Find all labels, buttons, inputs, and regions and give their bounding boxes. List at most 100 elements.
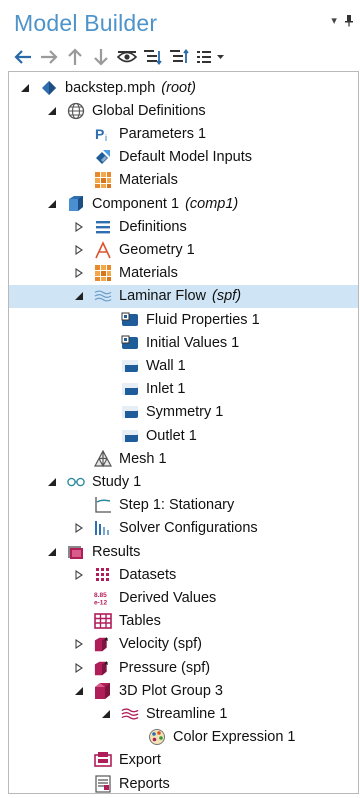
tree-node[interactable]: Outlet 1	[9, 424, 358, 447]
expand-all-button[interactable]	[142, 47, 164, 67]
tree-node[interactable]: Mesh 1	[9, 447, 358, 470]
mesh-icon	[94, 449, 112, 468]
tree-node-tag: (root)	[161, 79, 196, 96]
expanded-arrow-icon	[21, 83, 29, 92]
back-button[interactable]	[12, 47, 34, 67]
tree-node[interactable]: Study 1	[9, 470, 358, 493]
expanded-arrow-icon	[48, 477, 56, 486]
tree-node[interactable]: backstep.mph (root)	[9, 76, 358, 99]
tree-expander[interactable]	[73, 522, 85, 534]
tree-node[interactable]: * Velocity (spf)	[9, 633, 358, 656]
list-menu-button[interactable]	[194, 47, 228, 67]
tree-node[interactable]: Initial Values 1	[9, 331, 358, 354]
move-up-button[interactable]	[64, 47, 86, 67]
tree-expander[interactable]	[73, 638, 85, 650]
study-icon	[67, 473, 85, 491]
color-expression-icon	[148, 728, 166, 746]
tree-node[interactable]: Component 1 (comp1)	[9, 192, 358, 215]
export-icon	[94, 751, 112, 769]
tree-node-label: Study 1	[92, 473, 142, 490]
tree-node[interactable]: Laminar Flow (spf)	[9, 284, 358, 308]
expanded-arrow-icon	[102, 709, 110, 718]
stationary-step-icon	[94, 496, 112, 514]
tree-expander[interactable]	[73, 290, 85, 302]
tree-expander[interactable]	[73, 267, 85, 279]
expanded-arrow-icon	[48, 106, 56, 115]
tree-node-label: Global Definitions	[92, 102, 206, 119]
panel-controls[interactable]: ▾	[331, 14, 354, 27]
tree-node[interactable]: Global Definitions	[9, 99, 358, 122]
tree-node-label: Component 1	[92, 195, 180, 212]
tree-node[interactable]: Materials	[9, 262, 358, 285]
tree-node[interactable]: Pi Parameters 1	[9, 122, 358, 145]
tree-expander[interactable]	[73, 685, 85, 697]
tree-node-tag: (spf)	[212, 288, 242, 305]
tree-expander[interactable]	[73, 662, 85, 674]
move-down-button[interactable]	[90, 47, 112, 67]
tree-node[interactable]: Color Expression 1	[9, 726, 358, 749]
tree-expander[interactable]	[46, 476, 58, 488]
tree-node[interactable]: Materials	[9, 169, 358, 192]
list-menu-icon	[197, 51, 224, 63]
collapsed-arrow-icon	[75, 268, 83, 279]
tree-node[interactable]: 8.85 e-12 Derived Values	[9, 586, 358, 609]
tree-expander[interactable]	[73, 569, 85, 581]
tree-node[interactable]: Step 1: Stationary	[9, 494, 358, 517]
boundary-feature-icon	[121, 357, 139, 375]
tree-expander[interactable]	[46, 198, 58, 210]
tree-node[interactable]: * Pressure (spf)	[9, 656, 358, 679]
tree-node[interactable]: Wall 1	[9, 354, 358, 377]
tree-node[interactable]: Default Model Inputs	[9, 146, 358, 169]
tree-node[interactable]: Solver Configurations	[9, 517, 358, 540]
tree-expander[interactable]	[46, 105, 58, 117]
panel-menu-icon[interactable]: ▾	[331, 15, 337, 27]
tree-node[interactable]: Geometry 1	[9, 238, 358, 261]
reports-icon	[94, 774, 112, 793]
tree-node[interactable]: Tables	[9, 610, 358, 633]
show-button[interactable]	[116, 47, 138, 67]
definitions-icon	[94, 218, 112, 236]
tree-node[interactable]: Inlet 1	[9, 378, 358, 401]
tree-node[interactable]: Datasets	[9, 563, 358, 586]
tree-node[interactable]: Reports	[9, 772, 358, 793]
tree-expander[interactable]	[19, 82, 31, 94]
collapsed-arrow-icon	[75, 639, 83, 650]
tree-expander[interactable]	[73, 221, 85, 233]
tree-node[interactable]: Streamline 1	[9, 702, 358, 725]
tree-node-label: Velocity (spf)	[119, 636, 202, 653]
boundary-feature-icon	[121, 427, 139, 445]
model-tree[interactable]: backstep.mph (root) Global Definitions Pi Pa…	[8, 71, 359, 794]
tree-expander[interactable]	[46, 546, 58, 558]
tree-node-label: Reports	[119, 775, 170, 792]
tree-expander[interactable]	[73, 244, 85, 256]
tree-node-label: Datasets	[119, 566, 177, 583]
tree-node-label: Color Expression 1	[173, 729, 296, 746]
pin-icon[interactable]	[344, 15, 354, 27]
collapsed-arrow-icon	[75, 244, 83, 255]
datasets-icon	[94, 566, 112, 584]
tree-node-label: Materials	[119, 265, 178, 282]
tree-node[interactable]: Results	[9, 540, 358, 563]
tables-icon	[94, 612, 112, 630]
globe-icon	[67, 102, 85, 120]
parameters-icon: Pi	[94, 125, 112, 143]
tree-node[interactable]: 3D Plot Group 3	[9, 679, 358, 702]
tree-node[interactable]: Export	[9, 749, 358, 772]
tree-node[interactable]: Definitions	[9, 215, 358, 238]
forward-button[interactable]	[38, 47, 60, 67]
tree-expander[interactable]	[100, 708, 112, 720]
collapse-all-button[interactable]	[168, 47, 190, 67]
tree-node[interactable]: Fluid Properties 1	[9, 308, 358, 331]
expanded-arrow-icon	[75, 292, 83, 301]
expanded-arrow-icon	[48, 199, 56, 208]
tree-node-label: Step 1: Stationary	[119, 497, 235, 514]
tree-node[interactable]: Symmetry 1	[9, 401, 358, 424]
component-icon	[67, 195, 85, 213]
model-file-icon	[40, 79, 58, 97]
